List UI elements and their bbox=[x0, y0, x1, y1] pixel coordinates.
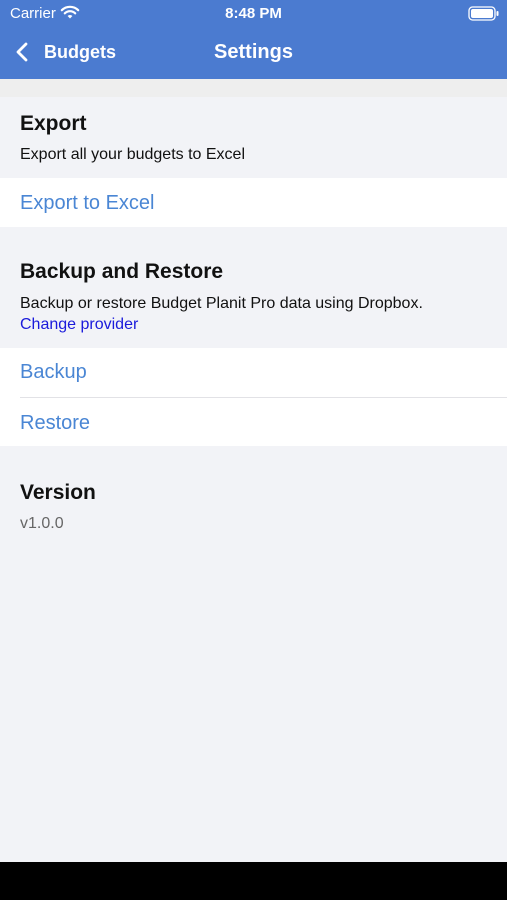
backup-section-description: Backup or restore Budget Planit Pro data… bbox=[20, 295, 423, 312]
export-section-description: Export all your budgets to Excel bbox=[20, 146, 246, 163]
restore-label: Restore bbox=[20, 412, 91, 434]
status-time: 8:48 PM bbox=[225, 5, 282, 22]
bottom-bar bbox=[0, 862, 507, 900]
row-divider bbox=[20, 397, 507, 398]
restore-button[interactable]: Restore bbox=[0, 397, 507, 446]
header-spacer bbox=[0, 79, 507, 97]
backup-section-header: Backup and Restore Backup or restore Bud… bbox=[0, 227, 507, 348]
change-provider-link[interactable]: Change provider bbox=[20, 315, 138, 335]
backup-label: Backup bbox=[20, 361, 87, 383]
version-section: Version v1.0.0 bbox=[0, 446, 507, 546]
page-title: Settings bbox=[214, 41, 293, 63]
export-to-excel-label: Export to Excel bbox=[20, 192, 155, 214]
version-section-title: Version bbox=[20, 481, 96, 504]
navigation-header: Carrier 8:48 PM Budgets Settings bbox=[0, 0, 507, 79]
status-bar: Carrier 8:48 PM bbox=[0, 0, 507, 28]
export-section-header: Export Export all your budgets to Excel bbox=[0, 97, 507, 178]
battery-icon bbox=[468, 6, 499, 21]
version-value: v1.0.0 bbox=[20, 515, 64, 532]
export-to-excel-button[interactable]: Export to Excel bbox=[0, 178, 507, 227]
export-section-title: Export bbox=[20, 112, 87, 135]
backup-button[interactable]: Backup bbox=[0, 348, 507, 397]
backup-section-title: Backup and Restore bbox=[20, 260, 224, 283]
